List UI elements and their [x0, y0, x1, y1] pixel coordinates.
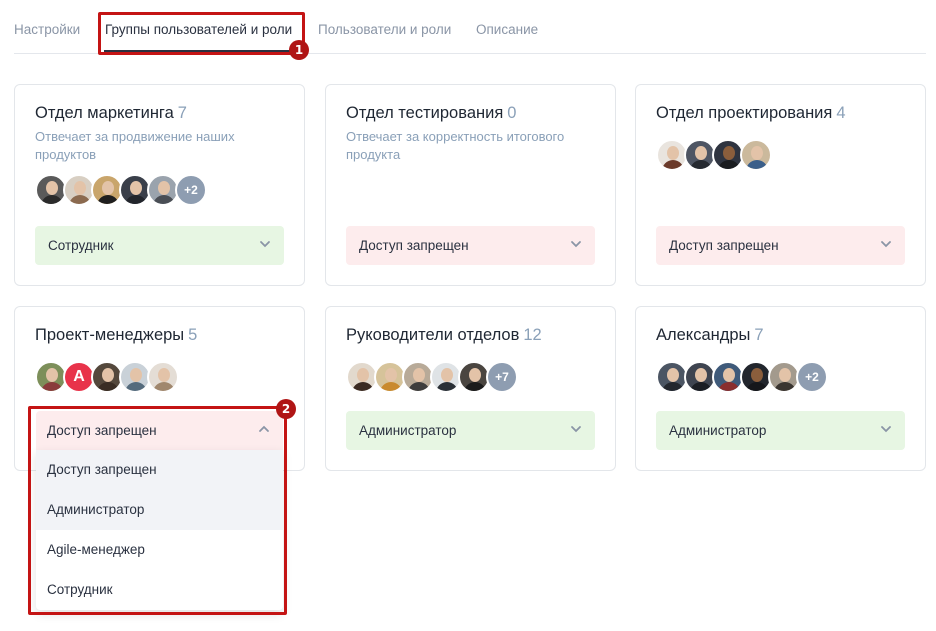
member-avatars: A — [35, 361, 179, 395]
avatar — [740, 139, 772, 171]
member-avatars: +7 — [346, 361, 518, 395]
tab-users-and-roles[interactable]: Пользователи и роли — [318, 22, 451, 37]
card-title: Отдел проектирования 4 — [656, 104, 846, 122]
card-title: Александры 7 — [656, 326, 764, 344]
role-select-value: Доступ запрещен — [359, 238, 469, 253]
more-members-badge[interactable]: +2 — [175, 174, 207, 206]
chevron-down-icon — [260, 241, 270, 248]
member-count: 7 — [754, 326, 764, 344]
member-count: 4 — [836, 104, 846, 122]
annotation-highlight-1 — [98, 12, 305, 55]
annotation-highlight-2 — [28, 406, 287, 615]
group-card-design: Отдел проектирования 4 Доступ запрещен — [635, 84, 926, 286]
card-title: Проект-менеджеры 5 — [35, 326, 198, 344]
annotation-badge-2: 2 — [276, 399, 296, 419]
member-avatars — [656, 139, 772, 173]
card-title: Руководители отделов 12 — [346, 326, 542, 344]
more-members-badge[interactable]: +7 — [486, 361, 518, 393]
role-select-value: Сотрудник — [48, 238, 114, 253]
group-card-testing: Отдел тестирования 0 Отвечает за корректн… — [325, 84, 616, 286]
group-card-marketing: Отдел маркетинга 7 Отвечает за продвижени… — [14, 84, 305, 286]
card-description: Отвечает за продвижение наших продуктов — [35, 129, 235, 162]
role-select[interactable]: Сотрудник — [35, 226, 284, 265]
member-count: 7 — [177, 104, 187, 122]
tab-settings[interactable]: Настройки — [14, 22, 80, 37]
group-card-department-heads: Руководители отделов 12 +7 Администратор — [325, 306, 616, 471]
role-select-value: Доступ запрещен — [669, 238, 779, 253]
card-description: Отвечает за корректность итогового проду… — [346, 129, 565, 162]
chevron-down-icon — [571, 426, 581, 433]
group-card-alexanders: Александры 7 +2 Администратор — [635, 306, 926, 471]
role-select-value: Администратор — [669, 423, 767, 438]
card-title: Отдел маркетинга 7 — [35, 104, 187, 122]
member-count: 5 — [188, 326, 198, 344]
member-avatars: +2 — [35, 174, 207, 208]
member-count: 0 — [507, 104, 517, 122]
card-title: Отдел тестирования 0 — [346, 104, 517, 122]
member-avatars: +2 — [656, 361, 828, 395]
avatar — [147, 361, 179, 393]
member-count: 12 — [523, 326, 542, 344]
role-select[interactable]: Администратор — [346, 411, 595, 450]
role-select[interactable]: Доступ запрещен — [656, 226, 905, 265]
chevron-down-icon — [881, 241, 891, 248]
more-members-badge[interactable]: +2 — [796, 361, 828, 393]
chevron-down-icon — [881, 426, 891, 433]
tab-description[interactable]: Описание — [476, 22, 538, 37]
role-select[interactable]: Администратор — [656, 411, 905, 450]
role-select-value: Администратор — [359, 423, 457, 438]
role-select[interactable]: Доступ запрещен — [346, 226, 595, 265]
annotation-badge-1: 1 — [289, 40, 309, 60]
chevron-down-icon — [571, 241, 581, 248]
